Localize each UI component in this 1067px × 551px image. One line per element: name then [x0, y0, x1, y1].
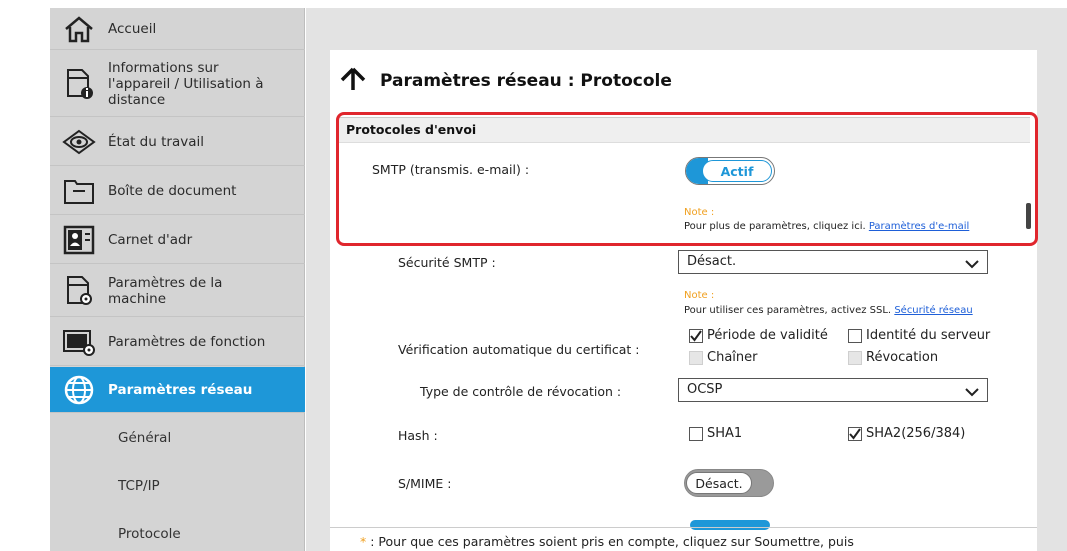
sidebar-item-job-status[interactable]: État du travail: [50, 118, 305, 166]
checkbox-label: Chaîner: [707, 350, 758, 365]
validity-period-checkbox[interactable]: Période de validité: [689, 328, 828, 343]
sidebar-item-machine-settings[interactable]: Paramètres de la machine: [50, 265, 305, 317]
checkbox-label: Période de validité: [707, 328, 828, 343]
chain-checkbox: Chaîner: [689, 350, 757, 365]
checkbox-box: [848, 350, 862, 365]
globe-icon: [50, 374, 108, 406]
document-box-icon: [50, 177, 108, 205]
function-settings-icon: [50, 328, 108, 356]
footer-divider: [330, 527, 1037, 528]
checkbox-box: [689, 328, 703, 343]
page-title: Paramètres réseau : Protocole: [380, 71, 672, 91]
cert-check-label: Vérification automatique du certificat :: [398, 342, 640, 357]
checkbox-label: Identité du serveur: [866, 328, 991, 343]
hash-label: Hash :: [398, 428, 438, 443]
sha1-checkbox[interactable]: SHA1: [689, 426, 742, 441]
smtp-security-select[interactable]: Désact.: [678, 250, 988, 274]
footer-note: * : Pour que ces paramètres soient pris …: [360, 534, 854, 549]
footer-text: : Pour que ces paramètres soient pris en…: [370, 534, 854, 549]
sidebar-item-label: État du travail: [108, 133, 204, 150]
note-text: Pour utiliser ces paramètres, activez SS…: [684, 305, 973, 316]
sidebar-item-label: Paramètres de la machine: [108, 274, 223, 307]
sidebar-item-label: Paramètres réseau: [108, 381, 253, 398]
revocation-type-label: Type de contrôle de révocation :: [420, 384, 622, 399]
partial-toggle[interactable]: [690, 520, 770, 530]
chevron-down-icon: [965, 383, 979, 405]
revocation-checkbox: Révocation: [848, 350, 938, 365]
footer-star: *: [360, 534, 367, 549]
device-info-icon: [50, 68, 108, 100]
sidebar-subitem-tcpip[interactable]: TCP/IP: [50, 462, 305, 510]
sidebar-subitem-protocol[interactable]: Protocole: [50, 510, 305, 551]
home-icon: [50, 15, 108, 43]
revocation-type-select[interactable]: OCSP: [678, 378, 988, 402]
sidebar-item-label: Accueil: [108, 20, 157, 37]
checkbox-label: SHA2(256/384): [866, 426, 966, 441]
sidebar-item-label: Boîte de document: [108, 182, 237, 199]
checkbox-box: [689, 350, 703, 365]
sidebar-subitem-general[interactable]: Général: [50, 414, 305, 462]
highlight-box: [336, 112, 1038, 246]
sidebar-item-label: Informations sur l'appareil / Utilisatio…: [108, 59, 264, 108]
smime-label: S/MIME :: [398, 476, 452, 491]
smime-toggle[interactable]: Désact.: [684, 469, 774, 497]
sidebar-item-function-settings[interactable]: Paramètres de fonction: [50, 318, 305, 366]
eye-icon: [50, 129, 108, 155]
back-arrow-icon[interactable]: [340, 67, 366, 95]
network-security-link[interactable]: Sécurité réseau: [894, 305, 972, 316]
sidebar-item-accueil[interactable]: Accueil: [50, 8, 305, 50]
revocation-type-value: OCSP: [687, 382, 723, 397]
sidebar-item-device-info[interactable]: Informations sur l'appareil / Utilisatio…: [50, 51, 305, 117]
sidebar-item-label: Carnet d'adr: [108, 231, 193, 248]
sidebar-item-address-book[interactable]: Carnet d'adr: [50, 216, 305, 264]
note-text-body: Pour utiliser ces paramètres, activez SS…: [684, 305, 892, 316]
sha2-checkbox[interactable]: SHA2(256/384): [848, 426, 965, 441]
address-book-icon: [50, 225, 108, 255]
checkbox-label: Révocation: [866, 350, 939, 365]
sidebar-item-network-settings[interactable]: Paramètres réseau: [50, 367, 305, 413]
server-identity-checkbox[interactable]: Identité du serveur: [848, 328, 990, 343]
smime-toggle-label: Désact.: [686, 472, 752, 494]
machine-settings-icon: [50, 275, 108, 307]
sidebar-item-document-box[interactable]: Boîte de document: [50, 167, 305, 215]
checkbox-label: SHA1: [707, 426, 743, 441]
chevron-down-icon: [965, 255, 979, 277]
smtp-security-value: Désact.: [687, 254, 737, 269]
note-title: Note :: [684, 290, 715, 301]
checkbox-box: [848, 426, 862, 441]
sidebar-item-label: Paramètres de fonction: [108, 333, 266, 350]
smtp-security-label: Sécurité SMTP :: [398, 255, 496, 270]
checkbox-box: [689, 426, 703, 441]
page-header: Paramètres réseau : Protocole: [340, 66, 672, 96]
checkbox-box: [848, 328, 862, 343]
